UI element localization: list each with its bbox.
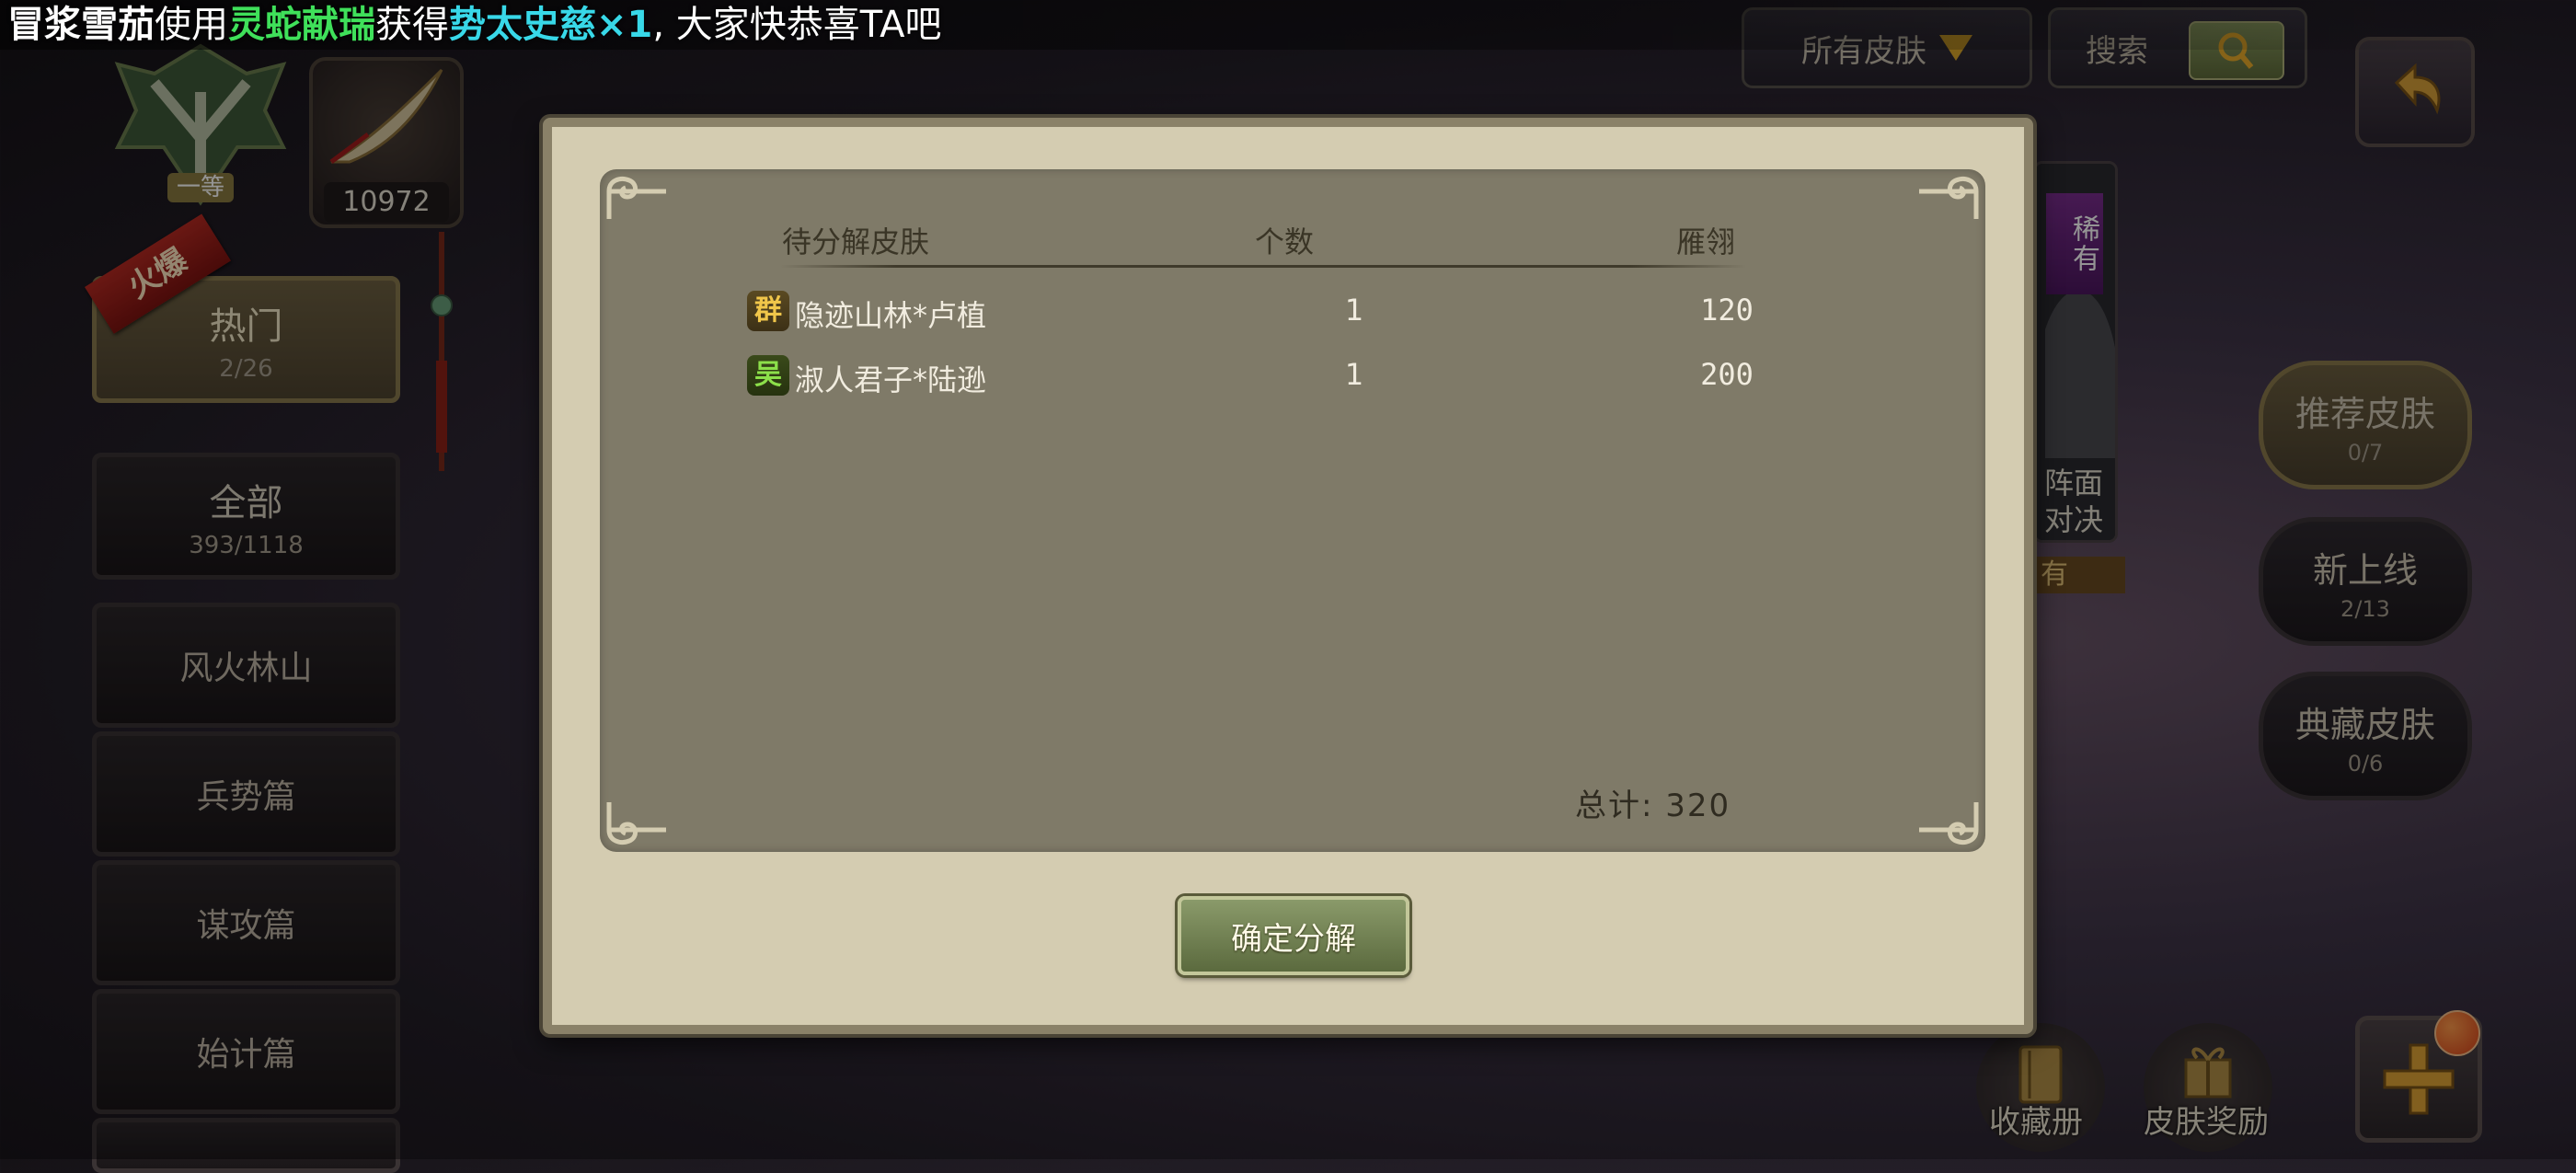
total-value: 总计: 320 (1575, 788, 1731, 824)
broadcast-player-name: 冒浆雪茄 (7, 4, 155, 46)
system-broadcast-ticker: 冒浆雪茄使用灵蛇献瑞获得势太史慈×1, 大家快恭喜TA吧 (0, 0, 2576, 50)
corner-ornament-icon (1919, 177, 1979, 219)
broadcast-verb-2: 获得 (375, 4, 449, 46)
decompose-skin-dialog: 待分解皮肤 个数 雁翎 群 隐迹山林*卢植 1 120 吴 淑人君子*陆逊 1 … (543, 118, 2033, 1034)
broadcast-verb-1: 使用 (155, 4, 228, 46)
corner-ornament-icon (1919, 802, 1979, 845)
skin-count: 1 (1344, 357, 1364, 392)
skin-value: 200 (1700, 357, 1754, 392)
faction-badge: 群 (747, 291, 789, 331)
faction-badge: 吴 (747, 355, 789, 396)
table-row: 吴 淑人君子*陆逊 1 200 (747, 350, 1805, 405)
column-header-count: 个数 (1255, 224, 1315, 259)
broadcast-suffix: , 大家快恭喜TA吧 (652, 4, 942, 46)
confirm-decompose-button[interactable]: 确定分解 (1178, 896, 1409, 975)
header-divider (780, 265, 1746, 268)
skin-count: 1 (1344, 293, 1364, 328)
column-header-skin: 待分解皮肤 (782, 224, 930, 259)
decompose-list-panel: 待分解皮肤 个数 雁翎 群 隐迹山林*卢植 1 120 吴 淑人君子*陆逊 1 … (600, 169, 1985, 852)
broadcast-item-1: 灵蛇献瑞 (228, 4, 375, 46)
broadcast-item-2: 势太史慈×1 (449, 4, 653, 46)
skin-name: 淑人君子*陆逊 (795, 362, 987, 397)
column-header-value: 雁翎 (1676, 224, 1736, 259)
corner-ornament-icon (606, 177, 666, 219)
corner-ornament-icon (606, 802, 666, 845)
table-row: 群 隐迹山林*卢植 1 120 (747, 285, 1805, 340)
skin-value: 120 (1700, 293, 1754, 328)
skin-name: 隐迹山林*卢植 (795, 298, 987, 333)
